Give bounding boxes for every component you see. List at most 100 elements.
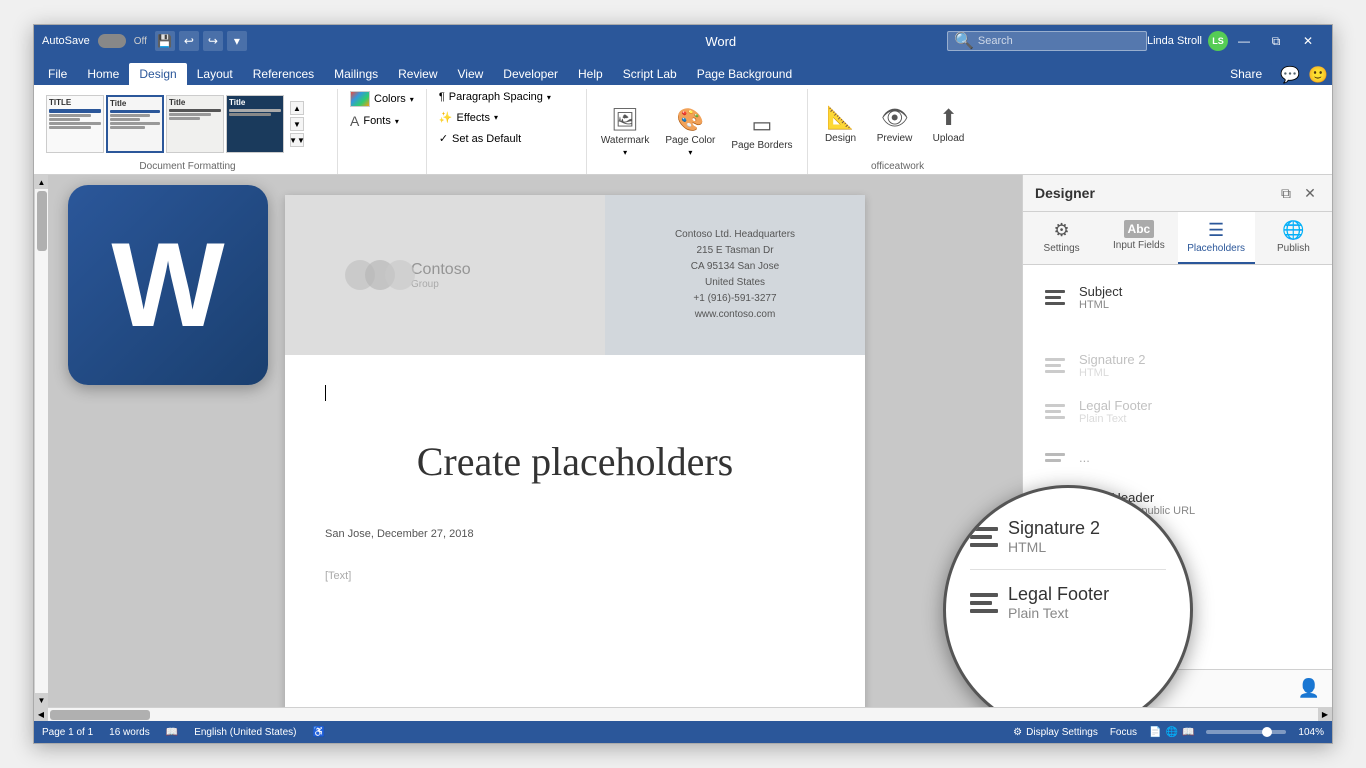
- preview-button[interactable]: 👁 Preview: [870, 101, 920, 148]
- partial-text: ...: [1079, 450, 1090, 465]
- logo-header-type: Picture from public URL: [1079, 505, 1195, 517]
- search-input[interactable]: [978, 35, 1128, 47]
- user-account-icon[interactable]: 👤: [1298, 678, 1320, 699]
- tab-references[interactable]: References: [243, 63, 324, 85]
- read-mode-icon[interactable]: 📖: [1182, 727, 1194, 738]
- subject-text: Subject HTML: [1079, 284, 1122, 311]
- design-label: Design: [825, 133, 856, 144]
- tab-layout[interactable]: Layout: [187, 63, 243, 85]
- upload-button[interactable]: ⬆ Upload: [924, 101, 974, 148]
- tab-shapeformat[interactable]: Page Background: [687, 63, 802, 85]
- h-scroll-track[interactable]: [48, 708, 1318, 721]
- tab-placeholders[interactable]: ☰ Placeholders: [1178, 212, 1255, 264]
- avatar[interactable]: LS: [1208, 31, 1228, 51]
- placeholder-item-signature2[interactable]: Signature 2 HTML: [1029, 343, 1326, 387]
- theme-item-1[interactable]: TITLE: [46, 95, 104, 153]
- page-body[interactable]: Create placeholders San Jose, December 2…: [285, 355, 865, 612]
- word-logo-background: W: [68, 185, 268, 385]
- save-icon[interactable]: 💾: [155, 31, 175, 51]
- smiley-icon[interactable]: 🙂: [1308, 65, 1328, 85]
- tab-publish[interactable]: 🌐 Publish: [1255, 212, 1332, 264]
- doc-formatting-label: Document Formatting: [46, 159, 329, 174]
- zoom-level[interactable]: 104%: [1298, 727, 1324, 738]
- gallery-expand[interactable]: ▼▼: [290, 133, 304, 147]
- scroll-thumb[interactable]: [37, 191, 47, 251]
- tab-design[interactable]: Design: [129, 63, 186, 85]
- tab-review[interactable]: Review: [388, 63, 447, 85]
- fonts-button[interactable]: A Fonts ▾: [346, 111, 403, 131]
- paragraph-spacing-button[interactable]: ¶ Paragraph Spacing ▾: [435, 89, 555, 105]
- h-scroll-thumb[interactable]: [50, 710, 150, 720]
- tab-developer[interactable]: Developer: [493, 63, 568, 85]
- horizontal-scrollbar[interactable]: ◀ ▶: [34, 707, 1332, 721]
- tab-mailings[interactable]: Mailings: [324, 63, 388, 85]
- placeholder-item-subject[interactable]: Subject HTML: [1029, 275, 1326, 319]
- theme-item-3[interactable]: Title: [166, 95, 224, 153]
- placeholders-icon: ☰: [1208, 220, 1224, 241]
- redo-icon[interactable]: ↪: [203, 31, 223, 51]
- page-borders-button[interactable]: ▭ Page Borders: [725, 108, 798, 155]
- watermark-button[interactable]: 🖼 Watermark ▾: [595, 103, 656, 161]
- colors-button[interactable]: Colors ▾: [346, 89, 418, 109]
- comments-icon[interactable]: 💬: [1280, 65, 1300, 85]
- tab-input-fields[interactable]: Abc Input Fields: [1100, 212, 1177, 264]
- tab-scriptlab[interactable]: Script Lab: [613, 63, 687, 85]
- tab-view[interactable]: View: [448, 63, 494, 85]
- customize-icon[interactable]: ▾: [227, 31, 247, 51]
- design-icon: 📐: [827, 105, 854, 131]
- zoom-slider[interactable]: [1206, 730, 1286, 734]
- gallery-scroll-down[interactable]: ▼: [290, 117, 304, 131]
- logo-header-text: Logo Header Picture from public URL: [1079, 490, 1195, 517]
- page-color-icon: 🎨: [677, 107, 704, 133]
- minimize-button[interactable]: —: [1228, 25, 1260, 57]
- page-color-button[interactable]: 🎨 Page Color ▾: [659, 103, 721, 161]
- effects-button[interactable]: ✨ Effects ▾: [435, 109, 502, 126]
- designer-close-button[interactable]: ✕: [1300, 183, 1320, 203]
- design-button[interactable]: 📐 Design: [816, 101, 866, 148]
- designer-spacer-1: [1023, 321, 1332, 341]
- focus-label[interactable]: Focus: [1110, 727, 1137, 738]
- publish-icon: 🌐: [1282, 220, 1304, 241]
- designer-header-controls: ⧉ ✕: [1276, 183, 1320, 203]
- zoom-thumb[interactable]: [1262, 727, 1272, 737]
- share-button[interactable]: Share: [1220, 63, 1272, 85]
- ribbon-section-officeatwork: 📐 Design 👁 Preview ⬆ Upload officeatwork: [808, 89, 988, 174]
- word-count: 16 words: [109, 727, 150, 738]
- autosave-toggle[interactable]: [98, 34, 126, 48]
- print-layout-icon[interactable]: 📄: [1149, 727, 1161, 738]
- accessibility-icon[interactable]: ♿: [312, 727, 324, 738]
- tab-file[interactable]: File: [38, 63, 77, 85]
- fonts-chevron: ▾: [395, 117, 399, 126]
- designer-popout-button[interactable]: ⧉: [1276, 183, 1296, 203]
- gallery-scroll-up[interactable]: ▲: [290, 101, 304, 115]
- placeholder-item-partial[interactable]: ...: [1029, 435, 1326, 479]
- scroll-left-button[interactable]: ◀: [34, 708, 48, 722]
- officeatwork-section-label: officeatwork: [816, 159, 980, 174]
- placeholder-item-legal-footer[interactable]: Legal Footer Plain Text: [1029, 389, 1326, 433]
- scroll-track[interactable]: [35, 189, 48, 693]
- effects-label: Effects: [457, 112, 490, 124]
- tab-home[interactable]: Home: [77, 63, 129, 85]
- scroll-up-button[interactable]: ▲: [35, 175, 49, 189]
- close-button[interactable]: ✕: [1292, 25, 1324, 57]
- set-as-default-button[interactable]: ✓ Set as Default: [435, 130, 525, 147]
- restore-button[interactable]: ⧉: [1260, 25, 1292, 57]
- search-box[interactable]: 🔍: [947, 31, 1147, 51]
- undo-icon[interactable]: ↩: [179, 31, 199, 51]
- placeholder-item-logo-header[interactable]: 🖼 Logo Header Picture from public URL: [1029, 481, 1326, 525]
- tab-settings[interactable]: ⚙ Settings: [1023, 212, 1100, 264]
- scroll-right-button[interactable]: ▶: [1318, 708, 1332, 722]
- scroll-down-button[interactable]: ▼: [35, 693, 49, 707]
- tab-help[interactable]: Help: [568, 63, 613, 85]
- company-web: www.contoso.com: [675, 307, 795, 323]
- company-address1: 215 E Tasman Dr: [675, 243, 795, 259]
- paragraph-spacing-label: Paragraph Spacing: [449, 91, 543, 103]
- paragraph-icon: ¶: [439, 91, 445, 103]
- officeatwork-logo: o officeatwork: [1035, 681, 1126, 697]
- vertical-scrollbar[interactable]: ▲ ▼: [34, 175, 48, 707]
- theme-item-2[interactable]: Title: [106, 95, 164, 153]
- web-layout-icon[interactable]: 🌐: [1166, 727, 1178, 738]
- display-settings[interactable]: ⚙ Display Settings: [1013, 727, 1098, 738]
- user-name: Linda Stroll: [1147, 35, 1202, 47]
- theme-item-4[interactable]: Title: [226, 95, 284, 153]
